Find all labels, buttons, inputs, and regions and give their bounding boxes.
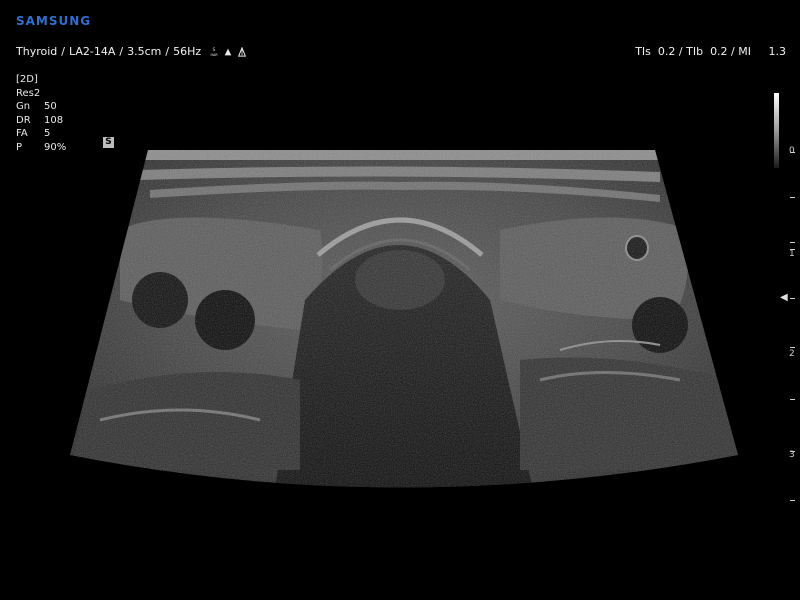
probe-label: LA2-14A [68,45,116,58]
param-row-power: P 90% [16,141,67,153]
svg-text:S: S [213,47,216,52]
brand-logo: SAMSUNG [16,14,92,28]
param-row-gain: Gn 50 [16,101,57,113]
focus-icon [238,46,247,57]
param-row-frame-average: FA 5 [16,128,51,140]
depth-tick [790,242,795,243]
tib-label: TIb [686,45,704,58]
depth-label-2: 2 [789,349,795,359]
preset-label: Thyroid [16,45,58,58]
s-badge: S [103,137,114,148]
mi-label: MI [738,45,752,58]
header-info: Thyroid / LA2-14A / 3.5cm / 56Hz S HAR [16,45,247,58]
depth-tick [790,197,795,198]
tis-value: 0.2 [657,45,676,58]
depth-label-0: 0 [789,146,795,156]
resolution-label: Res2 [16,87,41,99]
ultrasound-screen: SAMSUNG Thyroid / LA2-14A / 3.5cm / 56Hz… [0,0,800,600]
depth-label: 3.5cm [127,45,162,58]
mode-label: [2D] [16,74,38,85]
flow-icon [224,48,232,55]
depth-scale: 0 1 ◀ 2 3 [780,145,800,515]
thermal-indices: TIs 0.2 / TIb 0.2 / MI 1.3 [635,45,786,58]
imaging-params: [2D] Res2 Gn 50 DR 108 FA 5 P 90% [16,73,66,155]
mi-value: 1.3 [768,45,787,58]
depth-label-1: 1 [789,249,795,259]
focus-marker-icon[interactable]: ◀ [780,292,788,303]
svg-text:HAR: HAR [211,53,219,57]
s-har-icon: S HAR [211,47,219,57]
grayscale-bar [774,93,779,168]
depth-tick [790,500,795,501]
tib-value: 0.2 [710,45,728,58]
depth-tick [790,298,795,299]
depth-tick [790,399,795,400]
depth-tick [790,347,795,348]
tis-label: TIs [635,45,651,58]
param-row-dynamic-range: DR 108 [16,114,64,126]
ultrasound-image [70,150,738,488]
depth-label-3: 3 [789,450,795,460]
frame-rate-label: 56Hz [173,45,202,58]
header-icons: S HAR [209,46,247,57]
